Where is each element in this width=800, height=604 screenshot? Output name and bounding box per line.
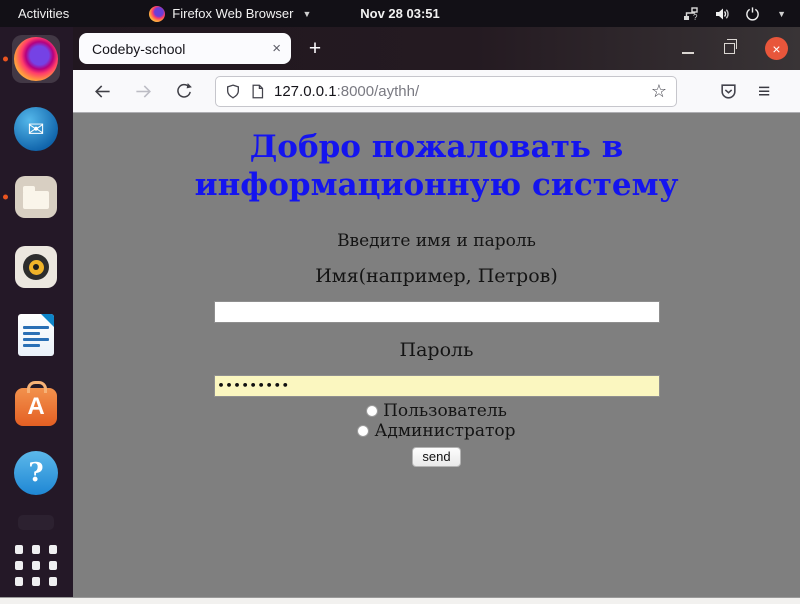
radio-user[interactable] — [366, 405, 378, 417]
minimize-icon[interactable] — [682, 52, 694, 54]
dock-item-app-grid[interactable] — [12, 541, 60, 589]
help-icon: ? — [14, 451, 58, 495]
clock[interactable]: Nov 28 03:51 — [0, 6, 800, 21]
dock-item-thunderbird[interactable]: ✉ — [12, 105, 60, 153]
tab-bar: Codeby-school × + × — [73, 27, 800, 70]
running-indicator — [3, 57, 8, 62]
rhythmbox-icon — [15, 246, 57, 288]
bottom-edge-strip — [0, 597, 800, 604]
app-menu-button[interactable]: Firefox Web Browser ▼ — [149, 6, 311, 22]
activities-button[interactable]: Activities — [18, 6, 69, 21]
nav-toolbar: 127.0.0.1:8000/aythh/ ☆ ≡ — [73, 70, 800, 113]
files-icon — [15, 176, 57, 218]
reload-button[interactable] — [175, 82, 193, 100]
pocket-icon[interactable] — [719, 82, 738, 101]
window-controls: × — [682, 27, 788, 70]
restore-icon[interactable] — [724, 43, 735, 54]
tab-close-icon[interactable]: × — [272, 40, 281, 57]
dock: ✉ A ? — [0, 27, 73, 597]
radio-admin[interactable] — [357, 425, 369, 437]
close-window-icon[interactable]: × — [765, 37, 788, 60]
app-grid-icon — [15, 545, 57, 586]
running-indicator — [3, 195, 8, 200]
dock-item-trash[interactable] — [12, 511, 60, 533]
intro-text: Введите имя и пароль — [73, 231, 800, 251]
menu-icon[interactable]: ≡ — [758, 81, 770, 102]
dock-item-ubuntu-software[interactable]: A — [12, 380, 60, 428]
volume-icon — [714, 6, 730, 22]
shield-icon[interactable] — [225, 83, 241, 100]
radio-admin-label: Администратор — [374, 421, 515, 441]
url-bar[interactable]: 127.0.0.1:8000/aythh/ ☆ — [215, 76, 677, 107]
name-input[interactable] — [214, 301, 660, 323]
new-tab-button[interactable]: + — [301, 35, 329, 63]
url-host: 127.0.0.1 — [274, 83, 337, 100]
power-icon — [745, 6, 760, 21]
dock-item-rhythmbox[interactable] — [12, 243, 60, 291]
dock-item-firefox[interactable] — [12, 35, 60, 83]
forward-button[interactable] — [134, 82, 153, 101]
network-icon: ? — [683, 6, 699, 22]
password-label: Пароль — [73, 339, 800, 361]
url-text: 127.0.0.1:8000/aythh/ — [274, 83, 419, 100]
role-option-admin[interactable]: Администратор — [73, 423, 800, 440]
name-label: Имя(например, Петров) — [73, 265, 800, 287]
libreoffice-writer-icon — [18, 314, 54, 356]
svg-text:?: ? — [693, 13, 698, 22]
thunderbird-icon: ✉ — [14, 107, 58, 151]
page-content: Добро пожаловать в информационную систем… — [73, 113, 800, 597]
radio-user-label: Пользователь — [383, 401, 507, 421]
back-button[interactable] — [93, 82, 112, 101]
screen: Activities Firefox Web Browser ▼ Nov 28 … — [0, 0, 800, 604]
role-option-user[interactable]: Пользователь — [73, 403, 800, 420]
app-menu-label: Firefox Web Browser — [172, 6, 293, 21]
tab-title: Codeby-school — [92, 41, 266, 57]
password-input[interactable] — [214, 375, 660, 397]
dock-item-help[interactable]: ? — [12, 449, 60, 497]
ubuntu-software-icon: A — [15, 388, 57, 426]
firefox-icon — [14, 37, 58, 81]
dock-item-libreoffice-writer[interactable] — [12, 311, 60, 359]
firefox-icon — [149, 6, 165, 22]
page-info-icon[interactable] — [250, 83, 265, 100]
trash-icon — [18, 515, 54, 530]
tab-codeby-school[interactable]: Codeby-school × — [79, 33, 291, 64]
url-path: :8000/aythh/ — [337, 83, 420, 100]
dock-item-files[interactable] — [12, 173, 60, 221]
bookmark-star-icon[interactable]: ☆ — [651, 81, 667, 102]
gnome-top-bar: Activities Firefox Web Browser ▼ Nov 28 … — [0, 0, 800, 27]
page-title: Добро пожаловать в информационную систем… — [157, 129, 717, 205]
system-status-area[interactable]: ? ▼ — [683, 6, 786, 22]
chevron-down-icon: ▼ — [302, 9, 311, 19]
send-button[interactable]: send — [412, 447, 460, 467]
system-menu-chevron-icon: ▼ — [777, 9, 786, 19]
